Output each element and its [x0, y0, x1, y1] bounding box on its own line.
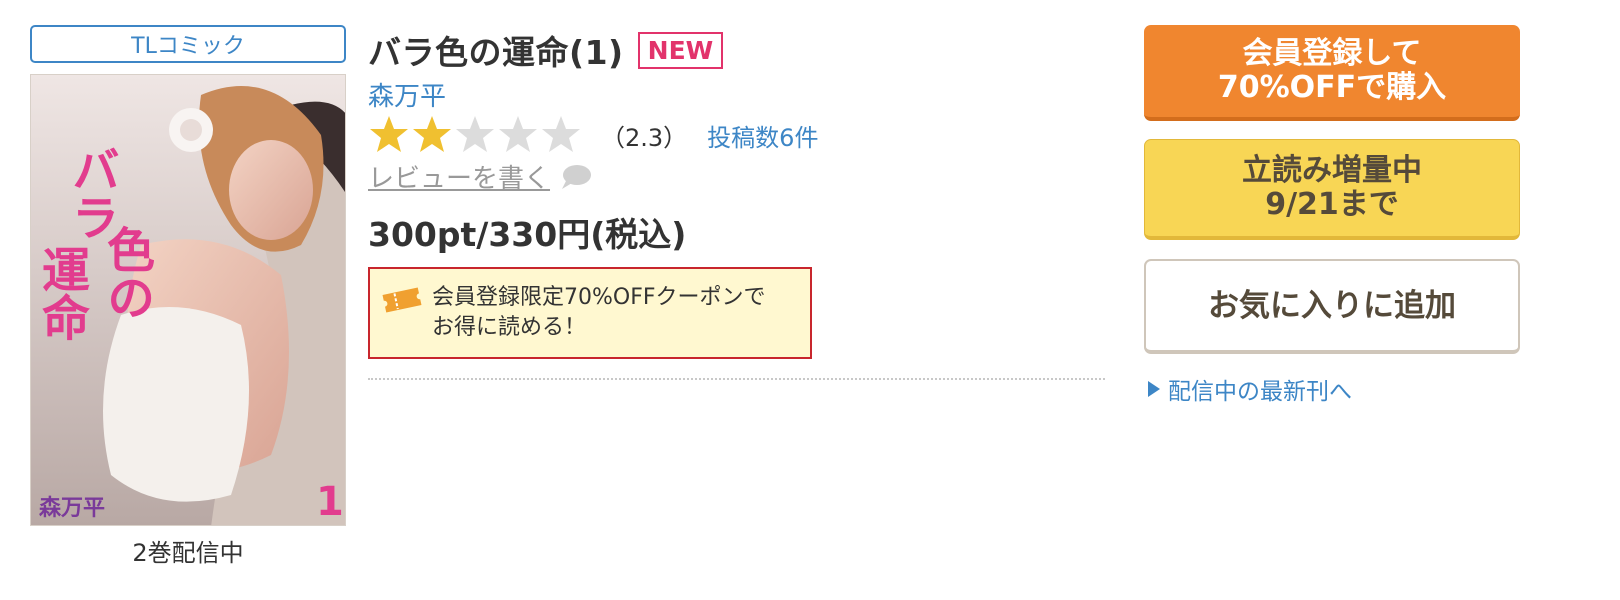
divider [368, 378, 1105, 380]
star-empty-icon [456, 116, 494, 152]
latest-volume-link[interactable]: 配信中の最新刊へ [1148, 372, 1352, 406]
rating-row: （2.3） 投稿数6件 [368, 112, 818, 158]
genre-tag[interactable]: TLコミック [30, 25, 346, 63]
book-title: バラ色の運命(1) [368, 33, 624, 72]
add-favorite-button[interactable]: お気に入りに追加 [1144, 259, 1520, 354]
star-empty-icon [499, 116, 537, 152]
write-review-link[interactable]: レビューを書く [368, 158, 592, 195]
coupon-line-1: 会員登録限定70%OFFクーポンで [432, 285, 766, 310]
cover-title-3: 運命 [33, 245, 90, 341]
cover-volume-mark: 1 [316, 479, 344, 525]
review-count-link[interactable]: 投稿数6件 [707, 118, 818, 153]
preview-button-line-1: 立読み増量中 [1242, 153, 1422, 188]
cover-author: 森万平 [39, 495, 105, 521]
volumes-available: 2巻配信中 [132, 539, 244, 567]
register-button-line-1: 会員登録して [1242, 36, 1422, 71]
add-favorite-label: お気に入りに追加 [1208, 287, 1456, 324]
title-row: バラ色の運命(1) NEW [368, 26, 724, 74]
latest-volume-label: 配信中の最新刊へ [1168, 379, 1352, 405]
star-filled-icon [370, 116, 408, 152]
register-purchase-button[interactable]: 会員登録して 70%OFFで購入 [1144, 25, 1520, 121]
price: 300pt/330円(税込) [368, 215, 687, 254]
write-review-label: レビューを書く [368, 164, 551, 194]
register-button-line-2: 70%OFFで購入 [1217, 70, 1447, 105]
rating-stars [368, 114, 583, 156]
preview-button-line-2: 9/21まで [1265, 187, 1399, 222]
ticket-icon [382, 287, 422, 313]
preview-button[interactable]: 立読み増量中 9/21まで [1144, 139, 1520, 240]
coupon-banner[interactable]: 会員登録限定70%OFFクーポンで お得に読める！ [368, 267, 812, 359]
cover-title-2: 色の [98, 225, 155, 321]
coupon-line-2: お得に読める！ [432, 315, 587, 340]
rating-score: （2.3） [601, 123, 688, 152]
star-filled-icon [413, 116, 451, 152]
star-empty-icon [542, 116, 580, 152]
triangle-right-icon [1148, 381, 1160, 397]
author-link[interactable]: 森万平 [368, 76, 446, 113]
speech-bubble-icon [562, 164, 592, 189]
new-badge: NEW [637, 31, 724, 69]
cover-image[interactable]: バラ 色の 運命 森万平 1 [30, 74, 346, 526]
